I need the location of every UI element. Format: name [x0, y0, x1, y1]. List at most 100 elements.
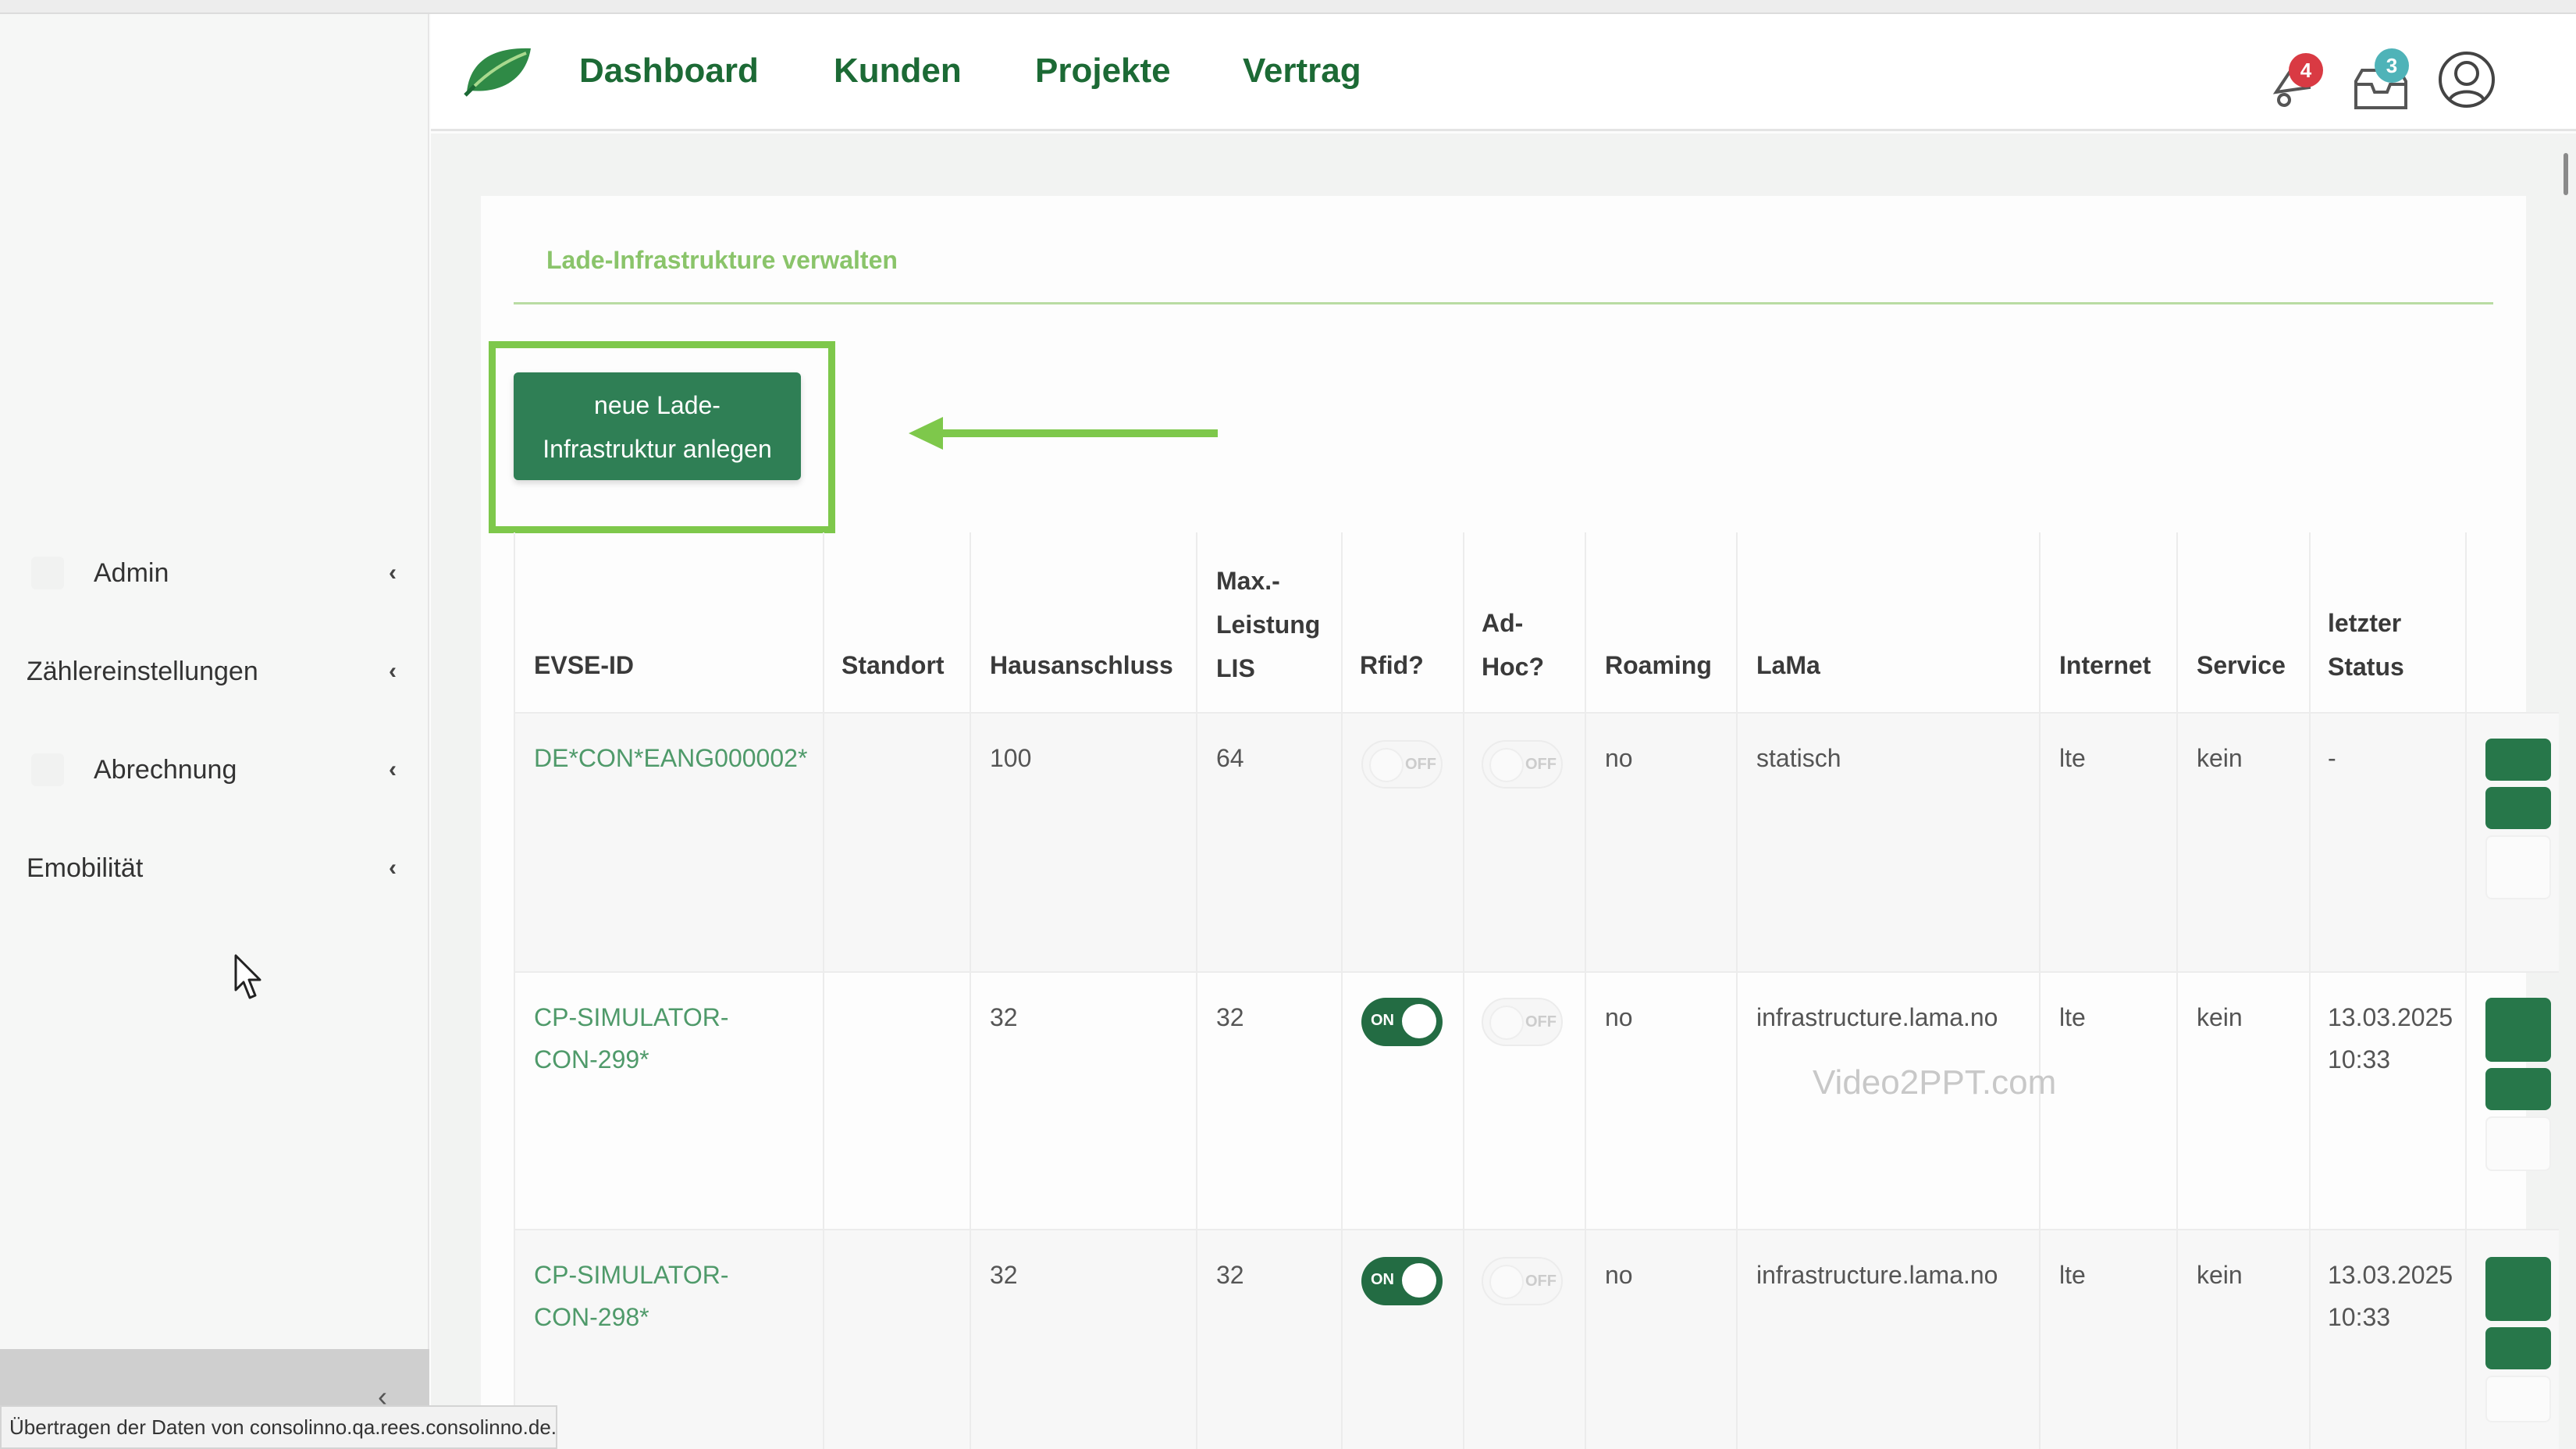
more-button[interactable] [2485, 1376, 2551, 1422]
delete-button[interactable] [2485, 1068, 2551, 1110]
cell-lama: infrastructure.lama.no [1756, 1261, 1998, 1289]
chevron-left-icon: ‹ [389, 757, 397, 782]
col-header-evse[interactable]: EVSE-ID [534, 643, 634, 687]
cell-max-leistung: 32 [1216, 1003, 1244, 1031]
adhoc-toggle[interactable]: OFF [1482, 998, 1563, 1046]
evse-id-link[interactable]: DE*CON*EANG000002* [534, 737, 807, 779]
toggle-label: OFF [1405, 756, 1436, 773]
cell-roaming: no [1605, 1261, 1633, 1289]
evse-id-link[interactable]: CP-SIMULATOR- CON-299* [534, 996, 729, 1081]
nav-dashboard[interactable]: Dashboard [579, 52, 759, 91]
chevron-left-icon: ‹ [389, 855, 397, 881]
evse-id-line: CP-SIMULATOR- [534, 1003, 729, 1031]
delete-button[interactable] [2485, 1327, 2551, 1369]
admin-icon [31, 557, 64, 589]
notifications-button[interactable]: 4 [2268, 45, 2328, 112]
header-line: Leistung [1216, 611, 1321, 639]
browser-strip [0, 0, 2576, 14]
abrechnung-icon [31, 753, 64, 786]
adhoc-toggle[interactable]: OFF [1482, 1257, 1563, 1305]
sidebar-item-label: Admin [94, 557, 169, 588]
more-button[interactable] [2485, 1116, 2551, 1171]
col-header-hausanschluss[interactable]: Hausanschluss [990, 643, 1173, 687]
sidebar-item-zaehlereinstellungen[interactable]: Zählereinstellungen ‹ [0, 640, 429, 703]
new-infrastructure-button[interactable]: neue Lade- Infrastruktur anlegen [514, 372, 801, 480]
cell-max-leistung: 32 [1216, 1261, 1244, 1289]
col-header-standort[interactable]: Standort [841, 643, 945, 687]
sidebar-item-label: Emobilität [27, 853, 144, 883]
evse-id-line: CON-299* [534, 1045, 649, 1073]
cell-status: 13.03.2025 10:33 [2328, 1254, 2453, 1338]
col-header-adhoc[interactable]: Ad- Hoc? [1482, 601, 1544, 689]
cell-service: kein [2197, 1261, 2243, 1289]
col-header-internet[interactable]: Internet [2059, 643, 2151, 687]
messages-count-badge: 3 [2375, 48, 2409, 83]
delete-button[interactable] [2485, 787, 2551, 829]
evse-id-line: CP-SIMULATOR- [534, 1261, 729, 1289]
cell-hausanschluss: 32 [990, 1003, 1018, 1031]
status-time: 10:33 [2328, 1303, 2391, 1331]
evse-id-link[interactable]: CP-SIMULATOR- CON-298* [534, 1254, 729, 1338]
toggle-label: ON [1371, 1271, 1394, 1288]
col-header-roaming[interactable]: Roaming [1605, 643, 1712, 687]
cell-max-leistung: 64 [1216, 744, 1244, 772]
status-date: 13.03.2025 [2328, 1261, 2453, 1289]
button-label-line1: neue Lade- [594, 391, 720, 419]
cell-status: 13.03.2025 10:33 [2328, 996, 2453, 1081]
status-time: 10:33 [2328, 1045, 2391, 1073]
toggle-label: OFF [1525, 756, 1557, 773]
header-line: Status [2328, 653, 2404, 681]
edit-button[interactable] [2485, 1257, 2551, 1321]
cell-service: kein [2197, 1003, 2243, 1031]
header-line: letzter [2328, 609, 2402, 637]
edit-button[interactable] [2485, 998, 2551, 1062]
title-divider [514, 302, 2493, 304]
nav-vertrag[interactable]: Vertrag [1243, 52, 1361, 91]
col-header-status[interactable]: letzter Status [2328, 601, 2404, 689]
sidebar-item-abrechnung[interactable]: Abrechnung ‹ [0, 739, 429, 801]
col-header-lama[interactable]: LaMa [1756, 643, 1820, 687]
cell-lama: infrastructure.lama.no [1756, 1003, 1998, 1031]
user-avatar-icon[interactable] [2437, 45, 2496, 112]
cell-hausanschluss: 32 [990, 1261, 1018, 1289]
col-header-service[interactable]: Service [2197, 643, 2286, 687]
messages-button[interactable]: 3 [2351, 45, 2411, 112]
rfid-toggle[interactable]: OFF [1361, 740, 1443, 789]
chevron-left-icon: ‹ [389, 658, 397, 684]
mouse-cursor-icon [234, 954, 262, 999]
cell-roaming: no [1605, 1003, 1633, 1031]
evse-id-line: CON-298* [534, 1303, 649, 1331]
cell-status: - [2328, 744, 2336, 772]
toggle-label: ON [1371, 1012, 1394, 1029]
sidebar-item-admin[interactable]: Admin ‹ [0, 542, 429, 604]
cell-lama: statisch [1756, 744, 1841, 772]
col-header-max-leistung[interactable]: Max.- Leistung LIS [1216, 559, 1320, 690]
edit-button[interactable] [2485, 739, 2551, 781]
leaf-logo-icon[interactable] [462, 42, 534, 98]
header-line: Max.- [1216, 567, 1280, 595]
sidebar-item-label: Abrechnung [94, 754, 237, 785]
cell-internet: lte [2059, 1261, 2086, 1289]
arrow-left-icon [909, 417, 1218, 450]
adhoc-toggle[interactable]: OFF [1482, 740, 1563, 789]
chevron-left-icon: ‹ [389, 560, 397, 586]
rfid-toggle[interactable]: ON [1361, 1257, 1443, 1305]
cell-internet: lte [2059, 744, 2086, 772]
cell-hausanschluss: 100 [990, 744, 1032, 772]
col-header-rfid[interactable]: Rfid? [1360, 643, 1424, 687]
sidebar-item-label: Zählereinstellungen [27, 656, 258, 686]
sidebar: Admin ‹ Zählereinstellungen ‹ Abrechnung… [0, 14, 429, 1449]
header-line: Ad- [1482, 609, 1524, 637]
toggle-label: OFF [1525, 1273, 1557, 1290]
rfid-toggle[interactable]: ON [1361, 998, 1443, 1046]
notification-count-badge: 4 [2289, 53, 2323, 87]
sidebar-item-emobilitaet[interactable]: Emobilität ‹ [0, 837, 429, 899]
nav-projekte[interactable]: Projekte [1035, 52, 1171, 91]
page-title: Lade-Infrastrukture verwalten [546, 246, 898, 274]
button-label-line2: Infrastruktur anlegen [543, 435, 772, 463]
toggle-label: OFF [1525, 1013, 1557, 1031]
header-line: Hoc? [1482, 653, 1544, 681]
more-button[interactable] [2485, 835, 2551, 899]
nav-kunden[interactable]: Kunden [834, 52, 962, 91]
scrollbar[interactable] [2564, 153, 2568, 195]
